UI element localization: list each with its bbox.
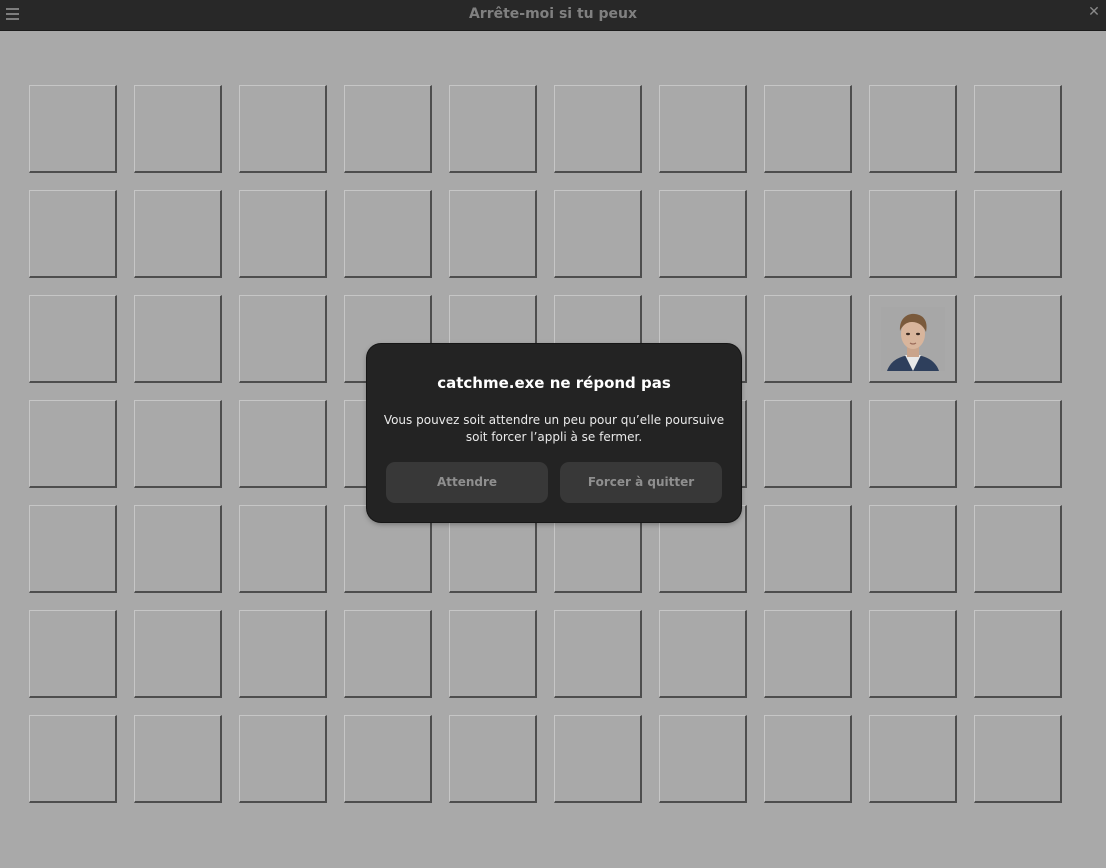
hamburger-menu-icon[interactable] — [4, 5, 22, 23]
board-cell[interactable] — [29, 85, 117, 173]
board-cell[interactable] — [29, 715, 117, 803]
board-cell[interactable] — [554, 85, 642, 173]
board-cell[interactable] — [659, 715, 747, 803]
board-cell[interactable] — [134, 505, 222, 593]
board-cell[interactable] — [134, 400, 222, 488]
board-cell[interactable] — [344, 715, 432, 803]
window-title: Arrête-moi si tu peux — [468, 6, 638, 22]
board-cell[interactable] — [869, 295, 957, 383]
board-cell[interactable] — [239, 400, 327, 488]
board-cell[interactable] — [869, 85, 957, 173]
board-cell[interactable] — [869, 400, 957, 488]
board-cell[interactable] — [869, 715, 957, 803]
board-cell[interactable] — [974, 295, 1062, 383]
board-cell[interactable] — [869, 190, 957, 278]
board-cell[interactable] — [344, 610, 432, 698]
board-cell[interactable] — [974, 190, 1062, 278]
board-cell[interactable] — [764, 505, 852, 593]
close-icon[interactable]: ✕ — [1086, 4, 1102, 20]
board-cell[interactable] — [134, 715, 222, 803]
board-cell[interactable] — [239, 190, 327, 278]
board-cell[interactable] — [974, 400, 1062, 488]
board-cell[interactable] — [764, 610, 852, 698]
board-cell[interactable] — [554, 610, 642, 698]
board-cell[interactable] — [764, 85, 852, 173]
board-cell[interactable] — [134, 85, 222, 173]
board-cell[interactable] — [29, 295, 117, 383]
dialog-title: catchme.exe ne répond pas — [437, 374, 671, 392]
title-bar: Arrête-moi si tu peux ✕ — [0, 0, 1106, 31]
board-cell[interactable] — [449, 715, 537, 803]
board-cell[interactable] — [29, 400, 117, 488]
board-cell[interactable] — [974, 715, 1062, 803]
board-cell[interactable] — [239, 505, 327, 593]
board-cell[interactable] — [974, 610, 1062, 698]
board-cell[interactable] — [29, 505, 117, 593]
board-cell[interactable] — [449, 190, 537, 278]
board-cell[interactable] — [974, 505, 1062, 593]
board-cell[interactable] — [134, 610, 222, 698]
board-cell[interactable] — [554, 190, 642, 278]
board-cell[interactable] — [764, 715, 852, 803]
force-quit-button[interactable]: Forcer à quitter — [560, 462, 722, 503]
board-cell[interactable] — [239, 295, 327, 383]
board-cell[interactable] — [344, 190, 432, 278]
portrait-image[interactable] — [881, 307, 945, 371]
board-cell[interactable] — [29, 190, 117, 278]
board-cell[interactable] — [869, 610, 957, 698]
board-cell[interactable] — [659, 610, 747, 698]
board-cell[interactable] — [659, 85, 747, 173]
board-cell[interactable] — [29, 610, 117, 698]
board-cell[interactable] — [239, 610, 327, 698]
board-cell[interactable] — [659, 190, 747, 278]
board-cell[interactable] — [449, 85, 537, 173]
board-cell[interactable] — [554, 715, 642, 803]
board-cell[interactable] — [239, 715, 327, 803]
board-cell[interactable] — [869, 505, 957, 593]
board-cell[interactable] — [764, 295, 852, 383]
board-cell[interactable] — [344, 85, 432, 173]
wait-button[interactable]: Attendre — [386, 462, 548, 503]
dialog-message: Vous pouvez soit attendre un peu pour qu… — [383, 413, 725, 444]
board-cell[interactable] — [974, 85, 1062, 173]
board-cell[interactable] — [134, 190, 222, 278]
not-responding-dialog: catchme.exe ne répond pas Vous pouvez so… — [367, 344, 741, 522]
board-cell[interactable] — [239, 85, 327, 173]
board-cell[interactable] — [764, 190, 852, 278]
board-cell[interactable] — [449, 610, 537, 698]
board-cell[interactable] — [134, 295, 222, 383]
board-cell[interactable] — [764, 400, 852, 488]
